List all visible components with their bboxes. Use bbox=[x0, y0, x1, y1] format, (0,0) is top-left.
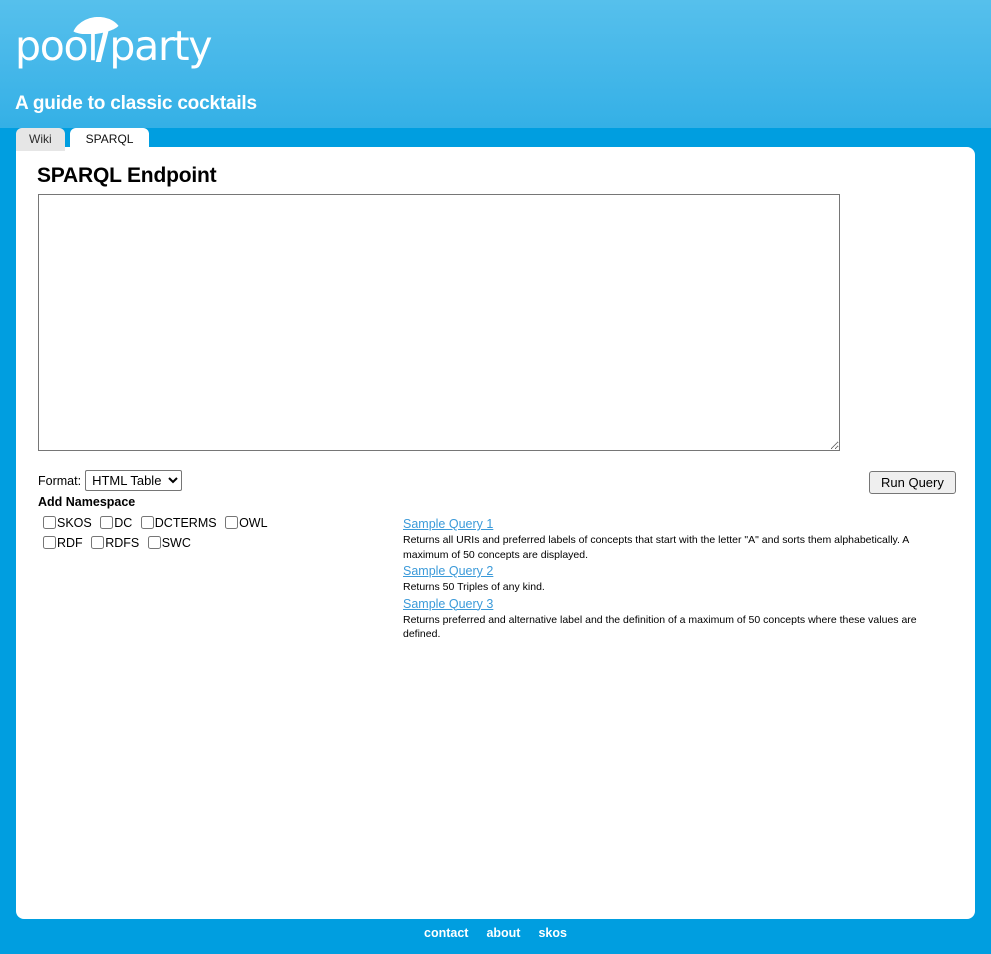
namespace-checkbox-rdf[interactable] bbox=[43, 536, 56, 549]
namespace-item-owl[interactable]: OWL bbox=[220, 516, 267, 530]
namespace-checkbox-dc[interactable] bbox=[100, 516, 114, 529]
site-subtitle: A guide to classic cocktails bbox=[15, 93, 257, 114]
tab-wiki[interactable]: Wiki bbox=[16, 128, 65, 151]
site-footer: contact about skos bbox=[0, 919, 991, 954]
add-namespace-heading: Add Namespace bbox=[38, 495, 136, 509]
sample-queries: Sample Query 1 Returns all URIs and pref… bbox=[403, 515, 948, 643]
namespace-label-skos: SKOS bbox=[57, 516, 92, 530]
poolparty-logo[interactable]: pool party bbox=[15, 17, 315, 75]
logo-wordmark: pool party bbox=[15, 26, 213, 67]
namespace-label-rdf: RDF bbox=[57, 536, 83, 550]
format-label: Format: bbox=[38, 473, 82, 488]
namespace-item-rdfs[interactable]: RDFS bbox=[86, 536, 143, 550]
namespace-checkbox-rdfs[interactable] bbox=[91, 536, 105, 549]
content-panel: SPARQL Endpoint Format: HTML Table Run Q… bbox=[16, 147, 975, 919]
logo-slash-icon bbox=[96, 28, 110, 62]
tab-bar: Wiki SPARQL bbox=[16, 128, 150, 151]
namespace-checkbox-swc[interactable] bbox=[147, 536, 161, 549]
namespace-item-skos[interactable]: SKOS bbox=[38, 516, 95, 530]
footer-link-contact[interactable]: contact bbox=[424, 926, 468, 940]
sample-query-3-description: Returns preferred and alternative label … bbox=[403, 613, 917, 641]
footer-link-about[interactable]: about bbox=[486, 926, 520, 940]
namespace-item-dc[interactable]: DC bbox=[95, 516, 136, 530]
page-title: SPARQL Endpoint bbox=[37, 164, 217, 187]
site-header: pool party A guide to classic cocktails bbox=[0, 0, 991, 128]
namespace-label-owl: OWL bbox=[239, 516, 268, 530]
namespace-item-dcterms[interactable]: DCTERMS bbox=[136, 516, 220, 530]
sample-query-2-description: Returns 50 Triples of any kind. bbox=[403, 581, 545, 593]
sample-query-1-link[interactable]: Sample Query 1 bbox=[403, 516, 948, 533]
sparql-query-input[interactable] bbox=[38, 194, 840, 451]
logo-text-party: party bbox=[109, 22, 212, 70]
namespace-checkbox-dcterms[interactable] bbox=[140, 516, 154, 529]
namespace-checkbox-skos[interactable] bbox=[43, 516, 56, 529]
footer-link-skos[interactable]: skos bbox=[538, 926, 567, 940]
namespace-label-dc: DC bbox=[114, 516, 133, 530]
sample-query-1-description: Returns all URIs and preferred labels of… bbox=[403, 534, 909, 561]
namespace-label-dcterms: DCTERMS bbox=[154, 516, 217, 530]
namespace-checkbox-owl[interactable] bbox=[225, 516, 239, 529]
run-query-button[interactable]: Run Query bbox=[869, 471, 956, 494]
logo-text-pool: pool bbox=[15, 22, 99, 70]
namespace-item-swc[interactable]: SWC bbox=[143, 536, 191, 550]
sample-query-2-link[interactable]: Sample Query 2 bbox=[403, 563, 948, 580]
namespace-label-swc: SWC bbox=[161, 536, 191, 550]
format-select[interactable]: HTML Table bbox=[85, 470, 183, 491]
format-row: Format: HTML Table bbox=[38, 470, 183, 491]
namespace-list: SKOS DC DCTERMS OWL RDF RDFS SWC bbox=[38, 513, 288, 553]
tab-sparql[interactable]: SPARQL bbox=[69, 128, 150, 151]
footer-links: contact about skos bbox=[0, 919, 991, 940]
sample-query-3-link[interactable]: Sample Query 3 bbox=[403, 596, 948, 613]
namespace-item-rdf[interactable]: RDF bbox=[38, 536, 86, 550]
namespace-label-rdfs: RDFS bbox=[105, 536, 140, 550]
